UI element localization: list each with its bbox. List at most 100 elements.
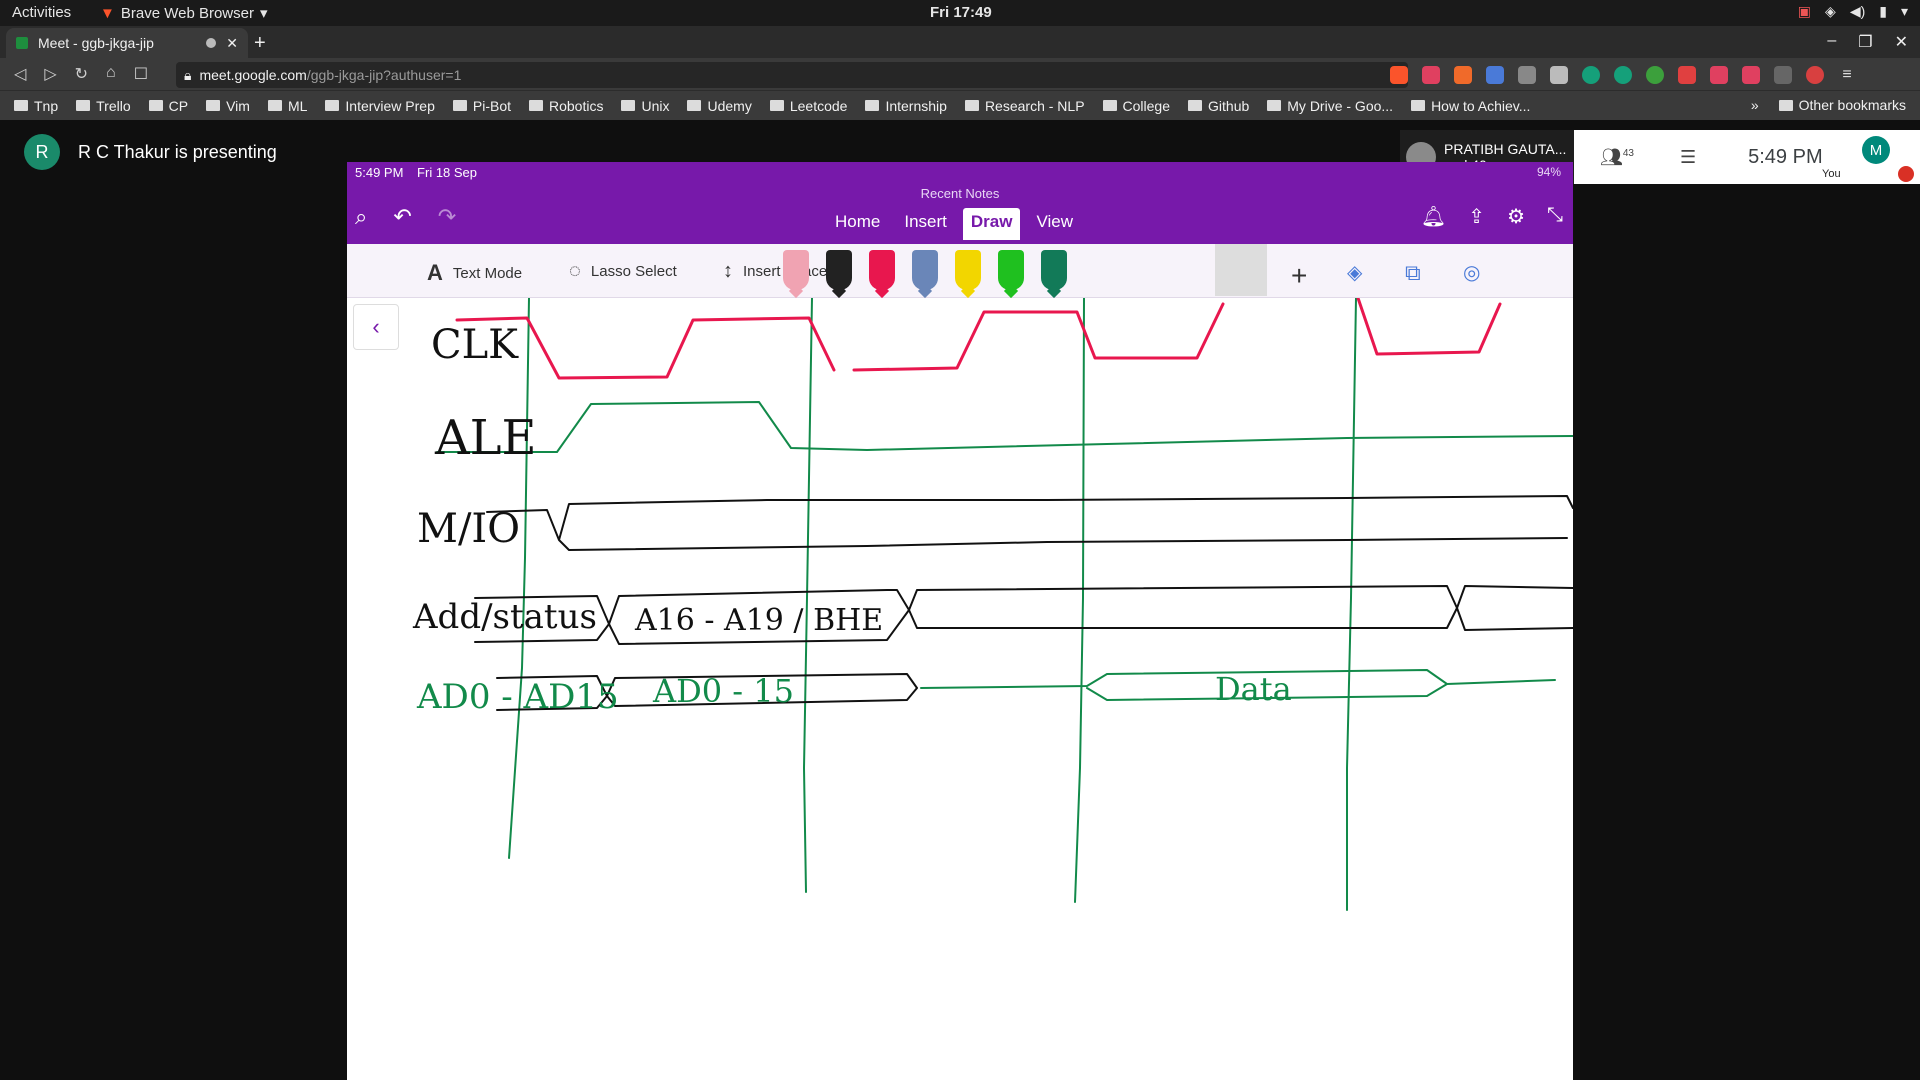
- extension-icon[interactable]: [1646, 66, 1664, 84]
- extension-icon[interactable]: [1550, 66, 1568, 84]
- bookmark-item[interactable]: Vim: [206, 98, 250, 114]
- recent-notes-label[interactable]: Recent Notes: [347, 186, 1573, 201]
- note-canvas[interactable]: CLK ALE M/IO Add/status AD0 - AD15 A16 -…: [347, 298, 1573, 1080]
- add-pen-button[interactable]: +: [1291, 260, 1307, 292]
- bookmark-item[interactable]: College: [1102, 98, 1170, 114]
- browser-tab[interactable]: Meet - ggb-jkga-jip ✕: [6, 28, 248, 58]
- system-tray[interactable]: ▣ ◈ ◀) ▮ ▾: [1798, 3, 1908, 20]
- tab-home[interactable]: Home: [827, 208, 888, 240]
- tab-view[interactable]: View: [1028, 208, 1081, 240]
- folder-icon: [148, 100, 163, 111]
- ink-to-shape-button[interactable]: ⧉: [1405, 260, 1421, 286]
- bookmark-item[interactable]: ML: [267, 97, 308, 114]
- more-bookmarks-button[interactable]: »: [1751, 97, 1759, 113]
- extension-icon[interactable]: [1486, 66, 1504, 84]
- home-icon[interactable]: ⌂: [106, 64, 116, 84]
- back-icon[interactable]: ◁: [14, 64, 26, 84]
- people-button[interactable]: 👥︎43: [1600, 147, 1634, 168]
- bookmark-item[interactable]: Pi-Bot: [452, 97, 511, 114]
- close-tab-icon[interactable]: ✕: [226, 35, 238, 52]
- power-menu-icon[interactable]: ▾: [1901, 3, 1908, 20]
- system-clock[interactable]: Fri 17:49: [930, 4, 992, 21]
- bookmark-item[interactable]: Github: [1188, 98, 1249, 114]
- search-icon[interactable]: ⌕: [355, 204, 367, 230]
- pen-tool[interactable]: [912, 250, 938, 290]
- lasso-select-button[interactable]: ◌ Lasso Select: [569, 260, 677, 283]
- meet-clock: 5:49 PM: [1748, 145, 1823, 168]
- text-mode-button[interactable]: A Text Mode: [427, 260, 522, 286]
- maximize-icon[interactable]: ❐: [1858, 32, 1872, 52]
- pen-tool[interactable]: [955, 250, 981, 290]
- tab-draw[interactable]: Draw: [962, 208, 1021, 240]
- bookmark-item[interactable]: Unix: [621, 98, 669, 114]
- bookmark-item[interactable]: My Drive - Goo...: [1267, 98, 1393, 114]
- nav-buttons: ◁ ▷ ↻ ⌂ ☐: [14, 64, 148, 84]
- insert-space-button[interactable]: ↕ Insert Space: [723, 260, 827, 283]
- eraser-tool[interactable]: [783, 250, 809, 290]
- minimize-icon[interactable]: –: [1827, 32, 1836, 52]
- folder-icon: [964, 100, 979, 111]
- menu-icon[interactable]: ≡: [1838, 66, 1856, 84]
- bookmark-item[interactable]: How to Achiev...: [1411, 98, 1530, 114]
- shape-convert-button[interactable]: ◈: [1347, 260, 1362, 285]
- undo-icon[interactable]: ↶: [393, 204, 411, 230]
- bookmark-item[interactable]: Tnp: [14, 98, 58, 114]
- chat-button[interactable]: ☰: [1680, 147, 1696, 168]
- bookmark-icon[interactable]: ☐: [134, 64, 148, 84]
- app-menu[interactable]: ▼ Brave Web Browser ▾: [100, 4, 268, 23]
- bookmark-label: Unix: [641, 97, 670, 114]
- close-window-icon[interactable]: ✕: [1895, 32, 1908, 52]
- bookmark-label: ML: [287, 97, 308, 114]
- bell-icon[interactable]: 🔔︎: [1421, 204, 1446, 229]
- bookmark-item[interactable]: Internship: [865, 98, 947, 114]
- extension-icon[interactable]: [1774, 66, 1792, 84]
- ale-waveform: [436, 401, 1573, 453]
- folder-icon: [1102, 100, 1117, 111]
- address-bar[interactable]: 🔒︎ meet.google.com/ggb-jkga-jip?authuser…: [176, 62, 1408, 88]
- self-view[interactable]: M You: [1822, 136, 1890, 180]
- bookmark-item[interactable]: CP: [148, 98, 188, 114]
- brave-rewards-icon[interactable]: [1422, 66, 1440, 84]
- grammarly-icon[interactable]: [1582, 66, 1600, 84]
- folder-icon: [452, 100, 467, 111]
- bookmark-item[interactable]: Udemy: [687, 98, 752, 114]
- collapse-icon[interactable]: ⤡: [1547, 204, 1563, 229]
- bookmark-item[interactable]: Research - NLP: [964, 98, 1085, 114]
- folder-icon: [529, 100, 543, 111]
- data-label: Data: [1215, 670, 1292, 708]
- activities-button[interactable]: Activities: [12, 4, 71, 21]
- extension-icon[interactable]: [1454, 66, 1472, 84]
- share-icon[interactable]: ⇪: [1468, 204, 1485, 229]
- forward-icon[interactable]: ▷: [44, 64, 56, 84]
- new-tab-button[interactable]: +: [254, 32, 266, 55]
- pen-tool[interactable]: [998, 250, 1024, 290]
- bookmark-item[interactable]: Leetcode: [769, 98, 847, 114]
- reload-icon[interactable]: ↻: [75, 64, 88, 84]
- pen-tool[interactable]: [1041, 250, 1067, 290]
- other-bookmarks-button[interactable]: Other bookmarks: [1778, 97, 1906, 113]
- gear-icon[interactable]: ⚙: [1507, 204, 1525, 229]
- bookmark-label: Pi-Bot: [472, 97, 511, 114]
- selected-pen-highlight: [1215, 244, 1267, 296]
- notification-icon[interactable]: ▣: [1798, 3, 1811, 20]
- extension-icon[interactable]: [1742, 66, 1760, 84]
- extension-icon[interactable]: [1518, 66, 1536, 84]
- bookmark-item[interactable]: Trello: [76, 98, 131, 114]
- app-name: Brave Web Browser: [120, 4, 254, 22]
- tab-insert[interactable]: Insert: [896, 208, 955, 240]
- pen-tool[interactable]: [826, 250, 852, 290]
- bookmark-item[interactable]: Robotics: [529, 98, 603, 114]
- redo-icon[interactable]: ↷: [438, 204, 456, 230]
- grammarly-icon[interactable]: [1614, 66, 1632, 84]
- shapes-icon: ◈: [1347, 262, 1363, 284]
- ink-replay-button[interactable]: ◎: [1463, 260, 1480, 285]
- extension-icon[interactable]: [1806, 66, 1824, 84]
- transform-icon: ⧉: [1405, 260, 1421, 285]
- pen-tool[interactable]: [869, 250, 895, 290]
- bookmark-item[interactable]: Interview Prep: [325, 98, 435, 114]
- extension-icon[interactable]: [1710, 66, 1728, 84]
- extension-icon[interactable]: [1678, 66, 1696, 84]
- folder-icon: [1411, 100, 1426, 111]
- brave-shields-icon[interactable]: [1390, 66, 1408, 84]
- browser-toolbar: ◁ ▷ ↻ ⌂ ☐ 🔒︎ meet.google.com/ggb-jkga-ji…: [0, 58, 1920, 90]
